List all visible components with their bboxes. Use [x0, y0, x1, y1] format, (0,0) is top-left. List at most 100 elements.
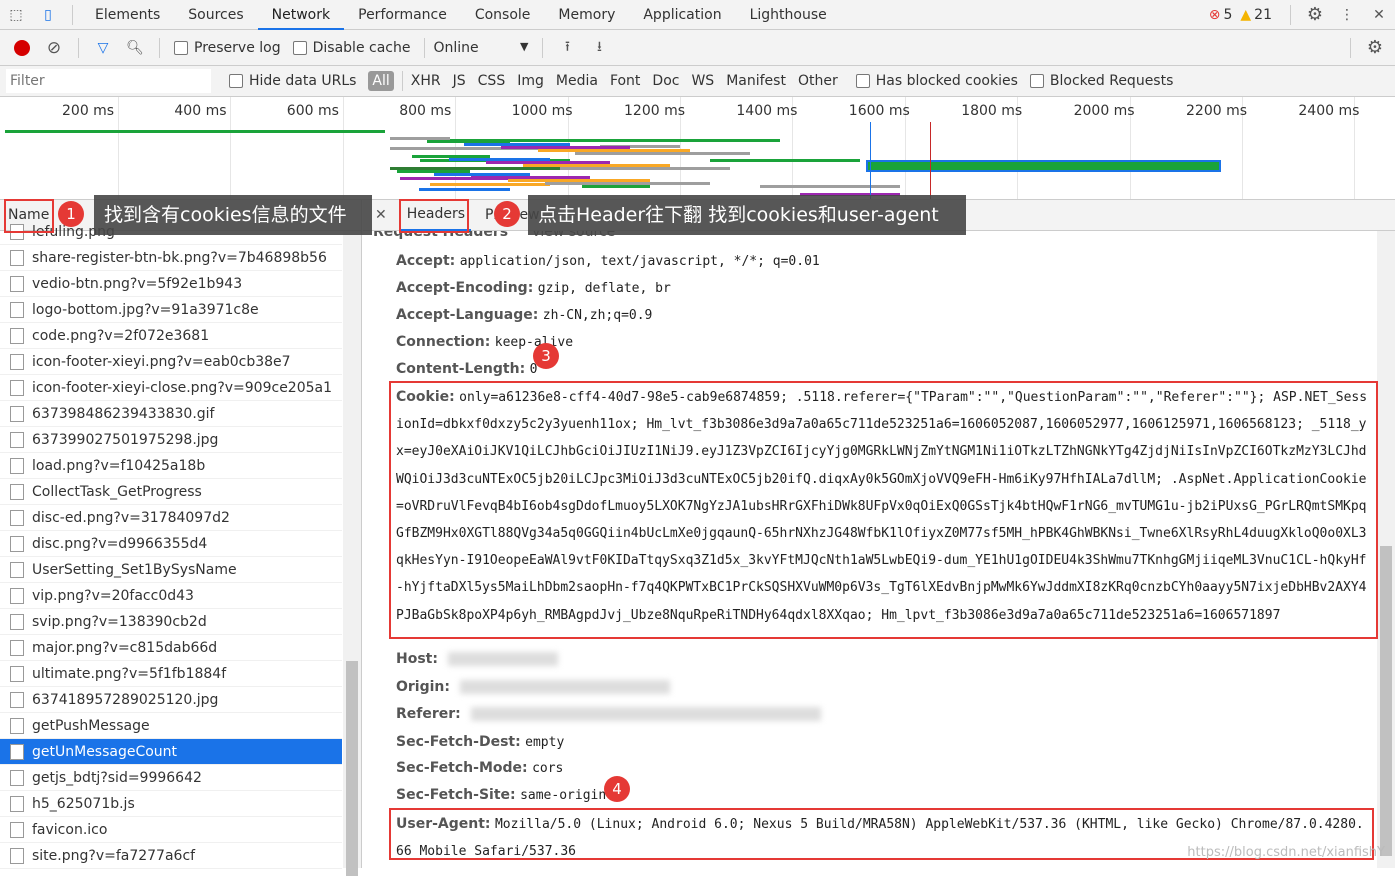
request-row[interactable]: svip.png?v=138390cb2d [0, 609, 342, 635]
devtools-tabbar: ⬚ ▯ Elements Sources Network Performance… [0, 0, 1395, 30]
header-name: Sec-Fetch-Site: [396, 786, 516, 803]
request-row[interactable]: share-register-btn-bk.png?v=7b46898b56 [0, 245, 342, 271]
gear-icon[interactable]: ⚙ [1363, 36, 1387, 60]
search-icon[interactable]: 🔍︎ [123, 36, 147, 60]
timeline-tick-label: 600 ms [286, 103, 339, 119]
preserve-log-checkbox[interactable]: Preserve log [174, 40, 281, 56]
request-name: getPushMessage [32, 718, 150, 734]
tab-sources[interactable]: Sources [174, 0, 257, 30]
throttle-select[interactable]: Online ▼ [433, 40, 528, 56]
export-har-icon[interactable]: ⭳ [587, 36, 611, 60]
tab-memory[interactable]: Memory [544, 0, 629, 30]
request-row[interactable]: getjs_bdtj?sid=9996642 [0, 765, 342, 791]
close-details-icon[interactable]: ✕ [375, 207, 387, 223]
file-type-icon [10, 250, 24, 266]
file-type-icon [10, 328, 24, 344]
details-scrollbar[interactable] [1377, 231, 1395, 868]
request-row[interactable]: CollectTask_GetProgress [0, 479, 342, 505]
tab-console[interactable]: Console [461, 0, 545, 30]
divider [1350, 37, 1351, 58]
file-type-icon [10, 718, 24, 734]
file-type-icon [10, 380, 24, 396]
filter-type-other[interactable]: Other [798, 73, 838, 89]
timeline-tick-label: 2400 ms [1298, 103, 1360, 119]
device-toolbar-icon[interactable]: ▯ [36, 3, 60, 27]
blocked-requests-checkbox[interactable]: Blocked Requests [1029, 73, 1174, 89]
scrollbar-thumb[interactable] [346, 661, 358, 876]
filter-type-xhr[interactable]: XHR [411, 73, 441, 89]
tab-network[interactable]: Network [257, 0, 345, 30]
timeline-tick-label: 1200 ms [624, 103, 686, 119]
request-row[interactable]: h5_625071b.js [0, 791, 342, 817]
filter-input[interactable] [6, 69, 211, 93]
network-overview-timeline[interactable]: 200 ms 400 ms 600 ms 800 ms 1000 ms 1200 ms 14… [0, 97, 1395, 200]
gear-icon[interactable]: ⚙ [1303, 3, 1327, 27]
warning-icon[interactable]: ▲ [1240, 7, 1251, 23]
request-row[interactable]: disc.png?v=d9966355d4 [0, 531, 342, 557]
throttle-value: Online [433, 39, 479, 56]
header-value: empty [525, 734, 565, 750]
annotation-callout-2: 点击Header往下翻 找到cookies和user-agent [528, 195, 966, 235]
request-row[interactable]: load.png?v=f10425a18b [0, 453, 342, 479]
request-list-scrollbar[interactable] [343, 231, 361, 876]
filter-type-manifest[interactable]: Manifest [726, 73, 786, 89]
more-icon[interactable]: ⋮ [1335, 3, 1359, 27]
tab-performance[interactable]: Performance [344, 0, 461, 30]
request-row[interactable]: 637418957289025120.jpg [0, 687, 342, 713]
request-row[interactable]: code.png?v=2f072e3681 [0, 323, 342, 349]
request-row[interactable]: site.png?v=fa7277a6cf [0, 843, 342, 869]
blocked-cookies-checkbox[interactable]: Has blocked cookies [855, 73, 1018, 89]
request-row[interactable]: 637399027501975298.jpg [0, 427, 342, 453]
file-type-icon [10, 614, 24, 630]
request-row[interactable]: UserSetting_Set1BySysName [0, 557, 342, 583]
scrollbar-thumb[interactable] [1380, 546, 1392, 856]
tab-application[interactable]: Application [629, 0, 735, 30]
request-row[interactable]: major.png?v=c815dab66d [0, 635, 342, 661]
filter-type-doc[interactable]: Doc [652, 73, 679, 89]
file-type-icon [10, 354, 24, 370]
request-name: load.png?v=f10425a18b [32, 458, 206, 474]
header-name: Origin: [396, 678, 450, 695]
filter-type-js[interactable]: JS [453, 73, 466, 89]
tab-lighthouse[interactable]: Lighthouse [736, 0, 841, 30]
request-row[interactable]: getUnMessageCount [0, 739, 342, 765]
close-icon[interactable]: ✕ [1367, 3, 1391, 27]
filter-type-css[interactable]: CSS [478, 73, 506, 89]
clear-icon[interactable]: ⊘ [42, 36, 66, 60]
request-row[interactable]: icon-footer-xieyi-close.png?v=909ce205a1 [0, 375, 342, 401]
request-name: getUnMessageCount [32, 744, 178, 760]
request-row[interactable]: getPushMessage [0, 713, 342, 739]
request-row[interactable]: logo-bottom.jpg?v=91a3971c8e [0, 297, 342, 323]
request-row[interactable]: ultimate.png?v=5f1fb1884f [0, 661, 342, 687]
header-row: Origin: [396, 674, 671, 700]
hide-data-urls-checkbox[interactable]: Hide data URLs [229, 73, 356, 89]
timeline-selected-request-bar [866, 160, 1221, 172]
request-row[interactable]: vedio-btn.png?v=5f92e1b943 [0, 271, 342, 297]
import-har-icon[interactable]: ⭱ [555, 36, 579, 60]
header-name: Referer: [396, 706, 461, 722]
divider [424, 37, 426, 58]
file-type-icon [10, 484, 24, 500]
filter-type-font[interactable]: Font [610, 73, 640, 89]
request-row[interactable]: disc-ed.png?v=31784097d2 [0, 505, 342, 531]
disable-cache-checkbox[interactable]: Disable cache [292, 40, 410, 56]
filter-type-ws[interactable]: WS [691, 73, 714, 89]
timeline-request-bar [560, 167, 730, 170]
tab-elements[interactable]: Elements [81, 0, 174, 30]
request-row[interactable]: favicon.ico [0, 817, 342, 843]
error-icon[interactable]: ⊗ [1209, 7, 1221, 23]
warning-count[interactable]: 21 [1254, 7, 1272, 23]
request-name: 637398486239433830.gif [32, 406, 215, 422]
filter-icon[interactable]: ▽ [91, 36, 115, 60]
filter-type-img[interactable]: Img [517, 73, 544, 89]
request-row[interactable]: 637398486239433830.gif [0, 401, 342, 427]
inspect-element-icon[interactable]: ⬚ [4, 3, 28, 27]
filter-type-all[interactable]: All [368, 71, 394, 91]
filter-type-media[interactable]: Media [556, 73, 598, 89]
error-count[interactable]: 5 [1223, 7, 1232, 23]
request-row[interactable]: icon-footer-xieyi.png?v=eab0cb38e7 [0, 349, 342, 375]
record-icon[interactable] [10, 36, 34, 60]
file-type-icon [10, 510, 24, 526]
request-row[interactable]: vip.png?v=20facc0d43 [0, 583, 342, 609]
blocked-requests-label: Blocked Requests [1049, 73, 1174, 89]
